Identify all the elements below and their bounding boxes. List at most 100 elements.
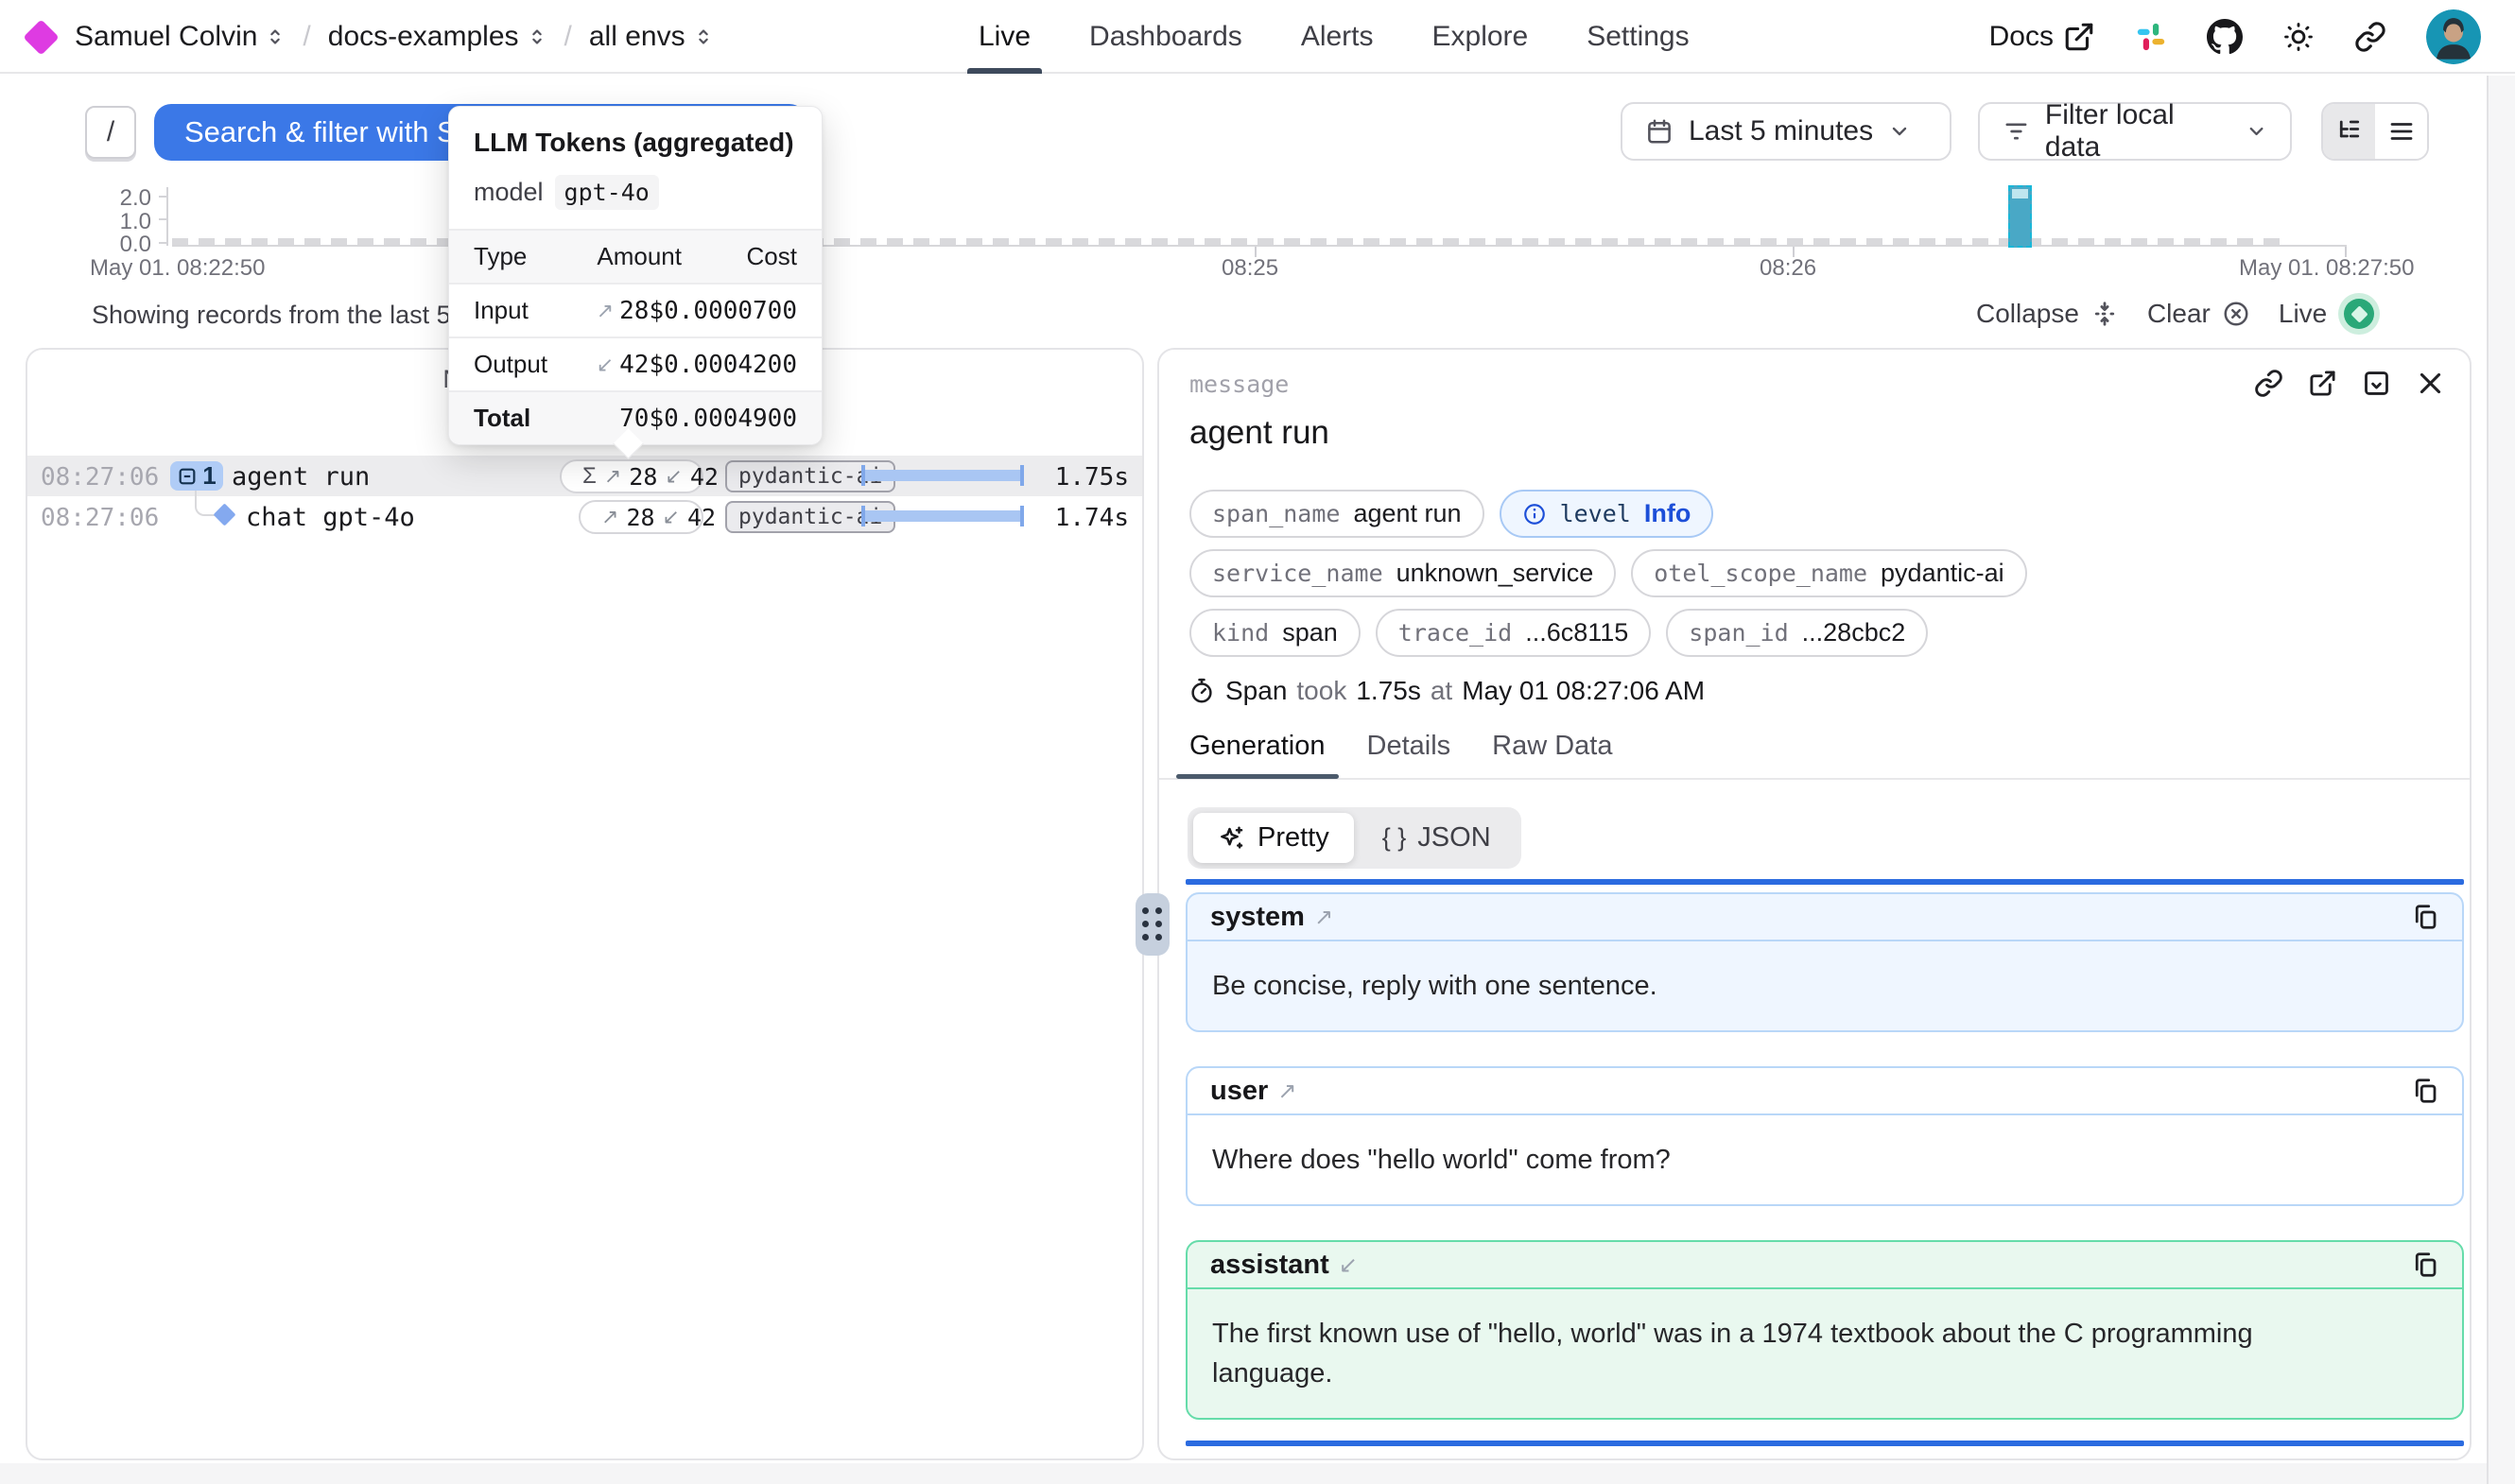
message-card-user: user ↗ Where does "hello world" come fro…	[1186, 1066, 2464, 1206]
breadcrumb-separator: /	[299, 21, 314, 53]
filter-icon	[2003, 117, 2030, 146]
tab-raw-data[interactable]: Raw Data	[1492, 731, 1612, 779]
filter-local-data-dropdown[interactable]: Filter local data	[1978, 102, 2292, 161]
message-card-assistant: assistant ↙ The first known use of "hell…	[1186, 1240, 2464, 1420]
panel-resize-handle[interactable]	[1136, 893, 1170, 956]
x-tick-0825: 08:25	[1222, 255, 1278, 282]
sparkles-icon	[1218, 824, 1246, 853]
scroll-boundary-bottom	[1186, 1441, 2464, 1446]
theme-sun-icon[interactable]	[2282, 21, 2315, 53]
list-view-button[interactable]	[2375, 104, 2427, 159]
direction-arrow: ↙	[1339, 1251, 1358, 1279]
tokens-table-header: Type Amount Cost	[449, 229, 822, 283]
badge-kind[interactable]: kindspan	[1189, 609, 1361, 657]
detail-panel-actions	[2254, 369, 2445, 398]
main-nav: Live Dashboards Alerts Explore Settings	[979, 0, 1690, 74]
message-header: system ↗	[1188, 894, 2462, 941]
badge-span-id[interactable]: span_id...28cbc2	[1666, 609, 1928, 657]
nav-tab-live[interactable]: Live	[979, 0, 1031, 74]
clear-button[interactable]: Clear	[2147, 299, 2250, 329]
time-range-dropdown[interactable]: Last 5 minutes	[1621, 102, 1951, 161]
collapse-children-badge[interactable]: 1	[170, 461, 223, 491]
x-end-label: May 01. 08:27:50	[2239, 255, 2414, 282]
detail-title: agent run	[1189, 414, 1329, 452]
output-arrow: ↙	[663, 505, 680, 529]
chevron-updown-icon	[693, 25, 714, 49]
close-icon[interactable]	[2416, 369, 2445, 398]
search-shortcut-key[interactable]: /	[85, 106, 136, 159]
badge-trace-id[interactable]: trace_id...6c8115	[1376, 609, 1652, 657]
pydantic-logo-icon	[23, 19, 59, 55]
span-name: chat gpt-4o	[246, 503, 415, 532]
open-in-new-icon[interactable]	[2308, 369, 2337, 398]
json-toggle-button[interactable]: { } JSON	[1358, 813, 1516, 863]
message-text: Where does "hello world" come from?	[1188, 1115, 2369, 1204]
badge-level-info[interactable]: levelInfo	[1500, 490, 1714, 538]
braces-icon: { }	[1382, 823, 1407, 853]
message-header: user ↗	[1188, 1068, 2462, 1115]
tooltip-title: LLM Tokens (aggregated)	[449, 128, 822, 158]
llm-tokens-tooltip: LLM Tokens (aggregated) model gpt-4o Typ…	[448, 106, 823, 445]
trace-timestamp: 08:27:06	[41, 463, 159, 492]
docs-link[interactable]: Docs	[1989, 21, 2095, 53]
input-arrow: ↗	[597, 299, 614, 323]
tree-view-icon	[2335, 117, 2364, 146]
breadcrumb: Samuel Colvin / docs-examples / all envs	[28, 0, 714, 74]
nav-tab-dashboards[interactable]: Dashboards	[1089, 0, 1242, 74]
y-tick-0: 0.0	[95, 232, 151, 258]
direction-arrow: ↗	[1277, 1078, 1296, 1105]
org-selector[interactable]: Samuel Colvin	[75, 21, 286, 53]
copy-icon[interactable]	[2411, 903, 2439, 931]
copy-icon[interactable]	[2411, 1251, 2439, 1279]
model-value: gpt-4o	[555, 175, 659, 210]
calendar-icon	[1645, 117, 1674, 146]
badge-otel-scope-name[interactable]: otel_scope_namepydantic-ai	[1631, 549, 2026, 597]
message-card-system: system ↗ Be concise, reply with one sent…	[1186, 892, 2464, 1032]
slack-icon[interactable]	[2135, 21, 2167, 53]
header-actions: Docs	[1989, 0, 2481, 74]
timeline-spike-bar[interactable]	[2008, 185, 2032, 248]
nav-tab-explore[interactable]: Explore	[1432, 0, 1529, 74]
top-header: Samuel Colvin / docs-examples / all envs…	[0, 0, 2515, 74]
project-selector[interactable]: docs-examples	[328, 21, 547, 53]
output-tokens: 42	[687, 504, 716, 531]
input-arrow: ↗	[604, 464, 621, 489]
github-icon[interactable]	[2207, 19, 2243, 55]
live-toggle[interactable]: Live	[2279, 293, 2380, 335]
env-selector[interactable]: all envs	[589, 21, 714, 53]
badge-span-name[interactable]: span_nameagent run	[1189, 490, 1484, 538]
trace-timestamp: 08:27:06	[41, 504, 159, 532]
role-label: assistant ↙	[1210, 1250, 1358, 1281]
role-label: system ↗	[1210, 902, 1333, 933]
token-count-pill[interactable]: Σ ↗28 ↙42	[560, 459, 703, 493]
record-kind-label: message	[1189, 371, 1289, 398]
input-tokens: 28	[626, 504, 654, 531]
copy-link-icon[interactable]	[2254, 369, 2283, 398]
nav-tab-alerts[interactable]: Alerts	[1301, 0, 1374, 74]
user-avatar[interactable]	[2426, 9, 2481, 64]
y-tick-2: 2.0	[95, 185, 151, 212]
badge-service-name[interactable]: service_nameunknown_service	[1189, 549, 1616, 597]
attribute-badges: span_nameagent run levelInfo service_nam…	[1189, 490, 2027, 657]
token-count-pill[interactable]: ↗28 ↙42	[579, 500, 703, 534]
collapse-button[interactable]: Collapse	[1976, 299, 2119, 329]
input-arrow: ↗	[601, 505, 618, 529]
y-tick-mark	[159, 196, 167, 198]
sum-sigma: Σ	[582, 463, 597, 490]
output-tokens: 42	[690, 463, 719, 491]
page-bottom-gutter	[0, 1463, 2515, 1484]
tab-generation[interactable]: Generation	[1189, 731, 1326, 779]
page-scrollbar-track[interactable]	[2487, 76, 2515, 1484]
org-name: Samuel Colvin	[75, 21, 257, 53]
tree-view-button[interactable]	[2323, 104, 2375, 159]
pretty-toggle-button[interactable]: Pretty	[1193, 813, 1354, 863]
tab-details[interactable]: Details	[1367, 731, 1451, 779]
nav-tab-settings[interactable]: Settings	[1587, 0, 1689, 74]
copy-icon[interactable]	[2411, 1077, 2439, 1105]
x-start-label: May 01. 08:22:50	[90, 255, 265, 282]
dock-panel-bottom-icon[interactable]	[2362, 369, 2391, 398]
share-link-icon[interactable]	[2354, 21, 2386, 53]
output-arrow: ↙	[597, 353, 614, 377]
scroll-boundary-top	[1186, 879, 2464, 885]
project-name: docs-examples	[328, 21, 519, 53]
